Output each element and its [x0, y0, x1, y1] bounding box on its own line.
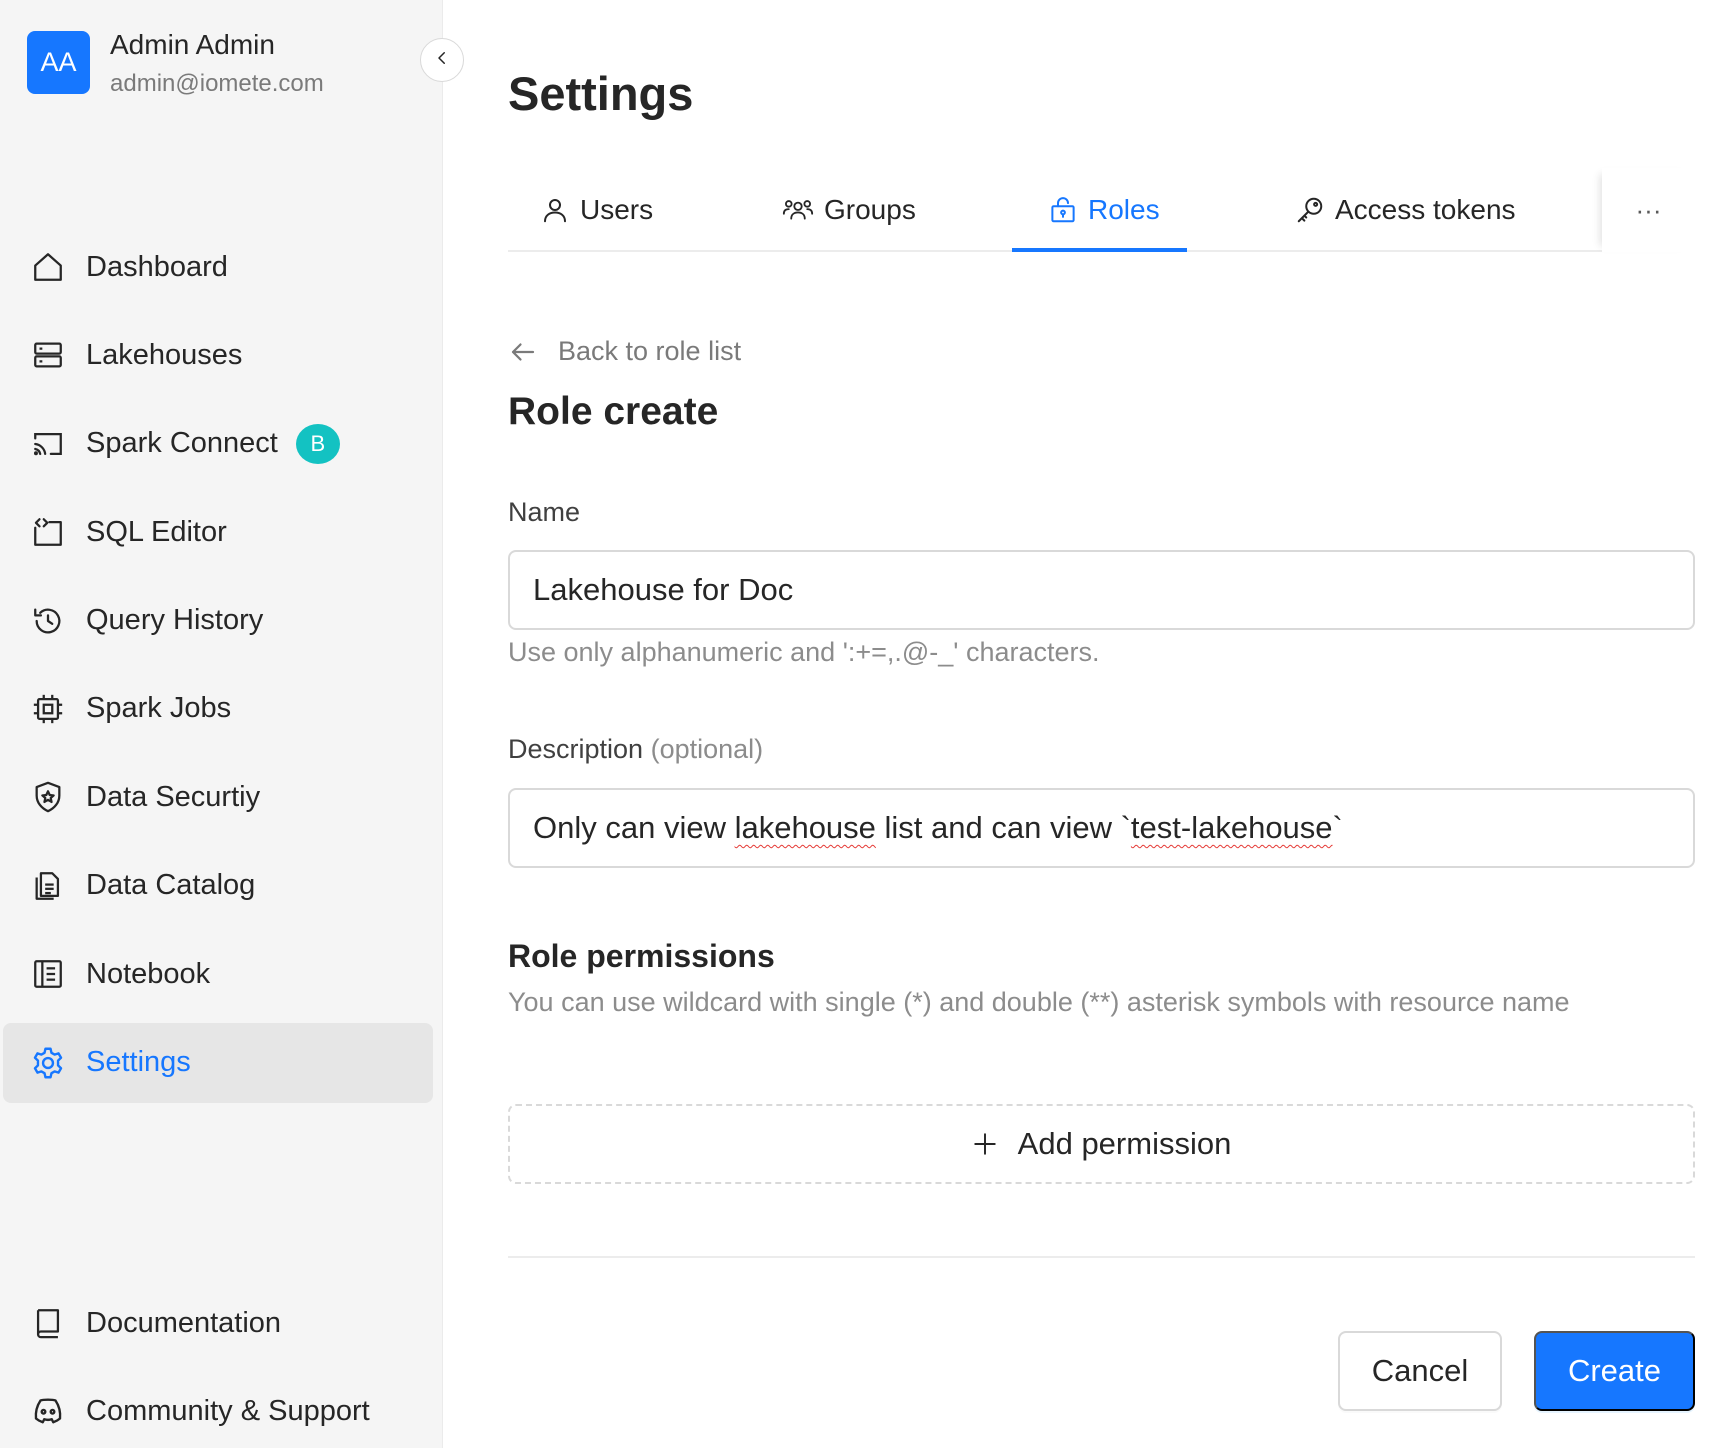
- sidebar-item-label: Dashboard: [86, 250, 228, 283]
- sidebar-item-label: Query History: [86, 604, 264, 637]
- shield-icon: [28, 777, 68, 817]
- tab-roles[interactable]: Roles: [1048, 168, 1160, 252]
- code-editor-icon: [28, 512, 68, 552]
- description-label: Description (optional): [508, 734, 763, 765]
- sidebar-item-settings[interactable]: Settings: [3, 1022, 433, 1103]
- sidebar-item-spark-connect[interactable]: Spark Connect B: [3, 404, 433, 484]
- user-name: Admin Admin: [110, 29, 275, 60]
- sidebar-item-label: Lakehouses: [86, 338, 243, 371]
- page-title: Settings: [508, 67, 694, 120]
- tab-groups[interactable]: Groups: [782, 168, 916, 252]
- description-text-misspelled: test-lakehouse: [1130, 810, 1333, 845]
- chevron-left-icon: [433, 49, 451, 72]
- tab-label: Roles: [1088, 194, 1160, 225]
- lock-icon: [1048, 195, 1078, 225]
- active-tab-indicator: [1012, 248, 1187, 252]
- sidebar-item-label: Community & Support: [86, 1394, 370, 1427]
- history-icon: [28, 601, 68, 641]
- settings-tabs: Users Groups Roles Access tokens ···: [508, 168, 1695, 252]
- name-label: Name: [508, 497, 581, 527]
- description-text-part: `: [1332, 810, 1343, 845]
- sidebar-item-data-security[interactable]: Data Securtiy: [3, 757, 433, 837]
- name-input[interactable]: Lakehouse for Doc: [508, 550, 1695, 630]
- add-permission-button[interactable]: Add permission: [508, 1104, 1695, 1184]
- description-label-text: Description: [508, 734, 644, 764]
- sidebar-item-documentation[interactable]: Documentation: [3, 1283, 433, 1363]
- sidebar-item-notebook[interactable]: Notebook: [3, 934, 433, 1014]
- discord-icon: [28, 1391, 68, 1431]
- description-input[interactable]: Only can view lakehouse list and can vie…: [508, 788, 1695, 868]
- sidebar-item-community-support[interactable]: Community & Support: [3, 1371, 433, 1448]
- group-icon: [782, 195, 814, 225]
- user-profile[interactable]: AA Admin Admin admin@iomete.com: [27, 28, 324, 98]
- back-link-label: Back to role list: [558, 336, 742, 366]
- sidebar-item-data-catalog[interactable]: Data Catalog: [3, 846, 433, 926]
- cast-icon: [28, 424, 68, 464]
- gear-icon: [28, 1043, 68, 1083]
- sidebar-item-spark-jobs[interactable]: Spark Jobs: [3, 669, 433, 749]
- add-permission-label: Add permission: [1017, 1126, 1232, 1161]
- name-input-value: Lakehouse for Doc: [533, 572, 794, 607]
- key-icon: [1295, 195, 1325, 225]
- ellipsis-icon: ···: [1635, 194, 1662, 225]
- arrow-left-icon: [508, 337, 538, 367]
- sidebar-collapse-button[interactable]: [420, 38, 464, 82]
- tab-access-tokens[interactable]: Access tokens: [1295, 168, 1516, 252]
- sidebar-item-label: Spark Jobs: [86, 692, 232, 725]
- optional-hint: (optional): [650, 734, 764, 764]
- beta-badge: B: [295, 423, 340, 464]
- sidebar-item-label: SQL Editor: [86, 515, 227, 548]
- server-icon: [28, 335, 68, 375]
- create-button[interactable]: Create: [1534, 1331, 1695, 1411]
- book-icon: [28, 1303, 68, 1343]
- description-text-part: list and can view `: [875, 810, 1131, 845]
- sidebar-item-query-history[interactable]: Query History: [3, 581, 433, 661]
- home-icon: [28, 247, 68, 287]
- user-email: admin@iomete.com: [110, 69, 324, 97]
- sidebar-item-label: Data Catalog: [86, 869, 256, 902]
- description-text-misspelled: lakehouse: [734, 810, 876, 845]
- back-to-role-list-link[interactable]: Back to role list: [508, 336, 741, 367]
- form-title: Role create: [508, 390, 719, 433]
- sidebar-bottom-nav: Documentation Community & Support: [0, 1283, 443, 1448]
- sidebar-item-label: Data Securtiy: [86, 780, 261, 813]
- sidebar-nav: Dashboard Lakehouses Spark Connect B SQL…: [0, 227, 443, 1111]
- tab-label: Access tokens: [1335, 194, 1516, 225]
- role-permissions-subtitle: You can use wildcard with single (*) and…: [508, 987, 1570, 1017]
- sidebar-item-label: Spark Connect: [86, 427, 278, 460]
- notebook-icon: [28, 954, 68, 994]
- tab-label: Groups: [824, 194, 916, 225]
- sidebar-item-label: Documentation: [86, 1306, 282, 1339]
- role-permissions-title: Role permissions: [508, 938, 775, 974]
- plus-icon: [972, 1131, 998, 1157]
- user-icon: [540, 195, 570, 225]
- sidebar-item-lakehouses[interactable]: Lakehouses: [3, 315, 433, 395]
- cancel-button[interactable]: Cancel: [1338, 1331, 1502, 1411]
- chip-icon: [28, 689, 68, 729]
- user-info: Admin Admin admin@iomete.com: [110, 28, 324, 98]
- avatar[interactable]: AA: [27, 31, 90, 95]
- sidebar: AA Admin Admin admin@iomete.com Dashboar…: [0, 0, 443, 1448]
- sidebar-item-label: Settings: [86, 1046, 191, 1079]
- form-divider: [508, 1256, 1695, 1258]
- tabs-more-button[interactable]: ···: [1602, 168, 1695, 252]
- catalog-icon: [28, 866, 68, 906]
- sidebar-item-dashboard[interactable]: Dashboard: [3, 227, 433, 307]
- sidebar-item-label: Notebook: [86, 957, 211, 990]
- tab-label: Users: [580, 194, 654, 225]
- sidebar-item-sql-editor[interactable]: SQL Editor: [3, 492, 433, 572]
- description-text-part: Only can view: [533, 810, 735, 845]
- tab-users[interactable]: Users: [540, 168, 653, 252]
- name-help-text: Use only alphanumeric and ':+=,.@-_' cha…: [508, 637, 1100, 667]
- description-input-value: Only can view lakehouse list and can vie…: [533, 810, 1343, 846]
